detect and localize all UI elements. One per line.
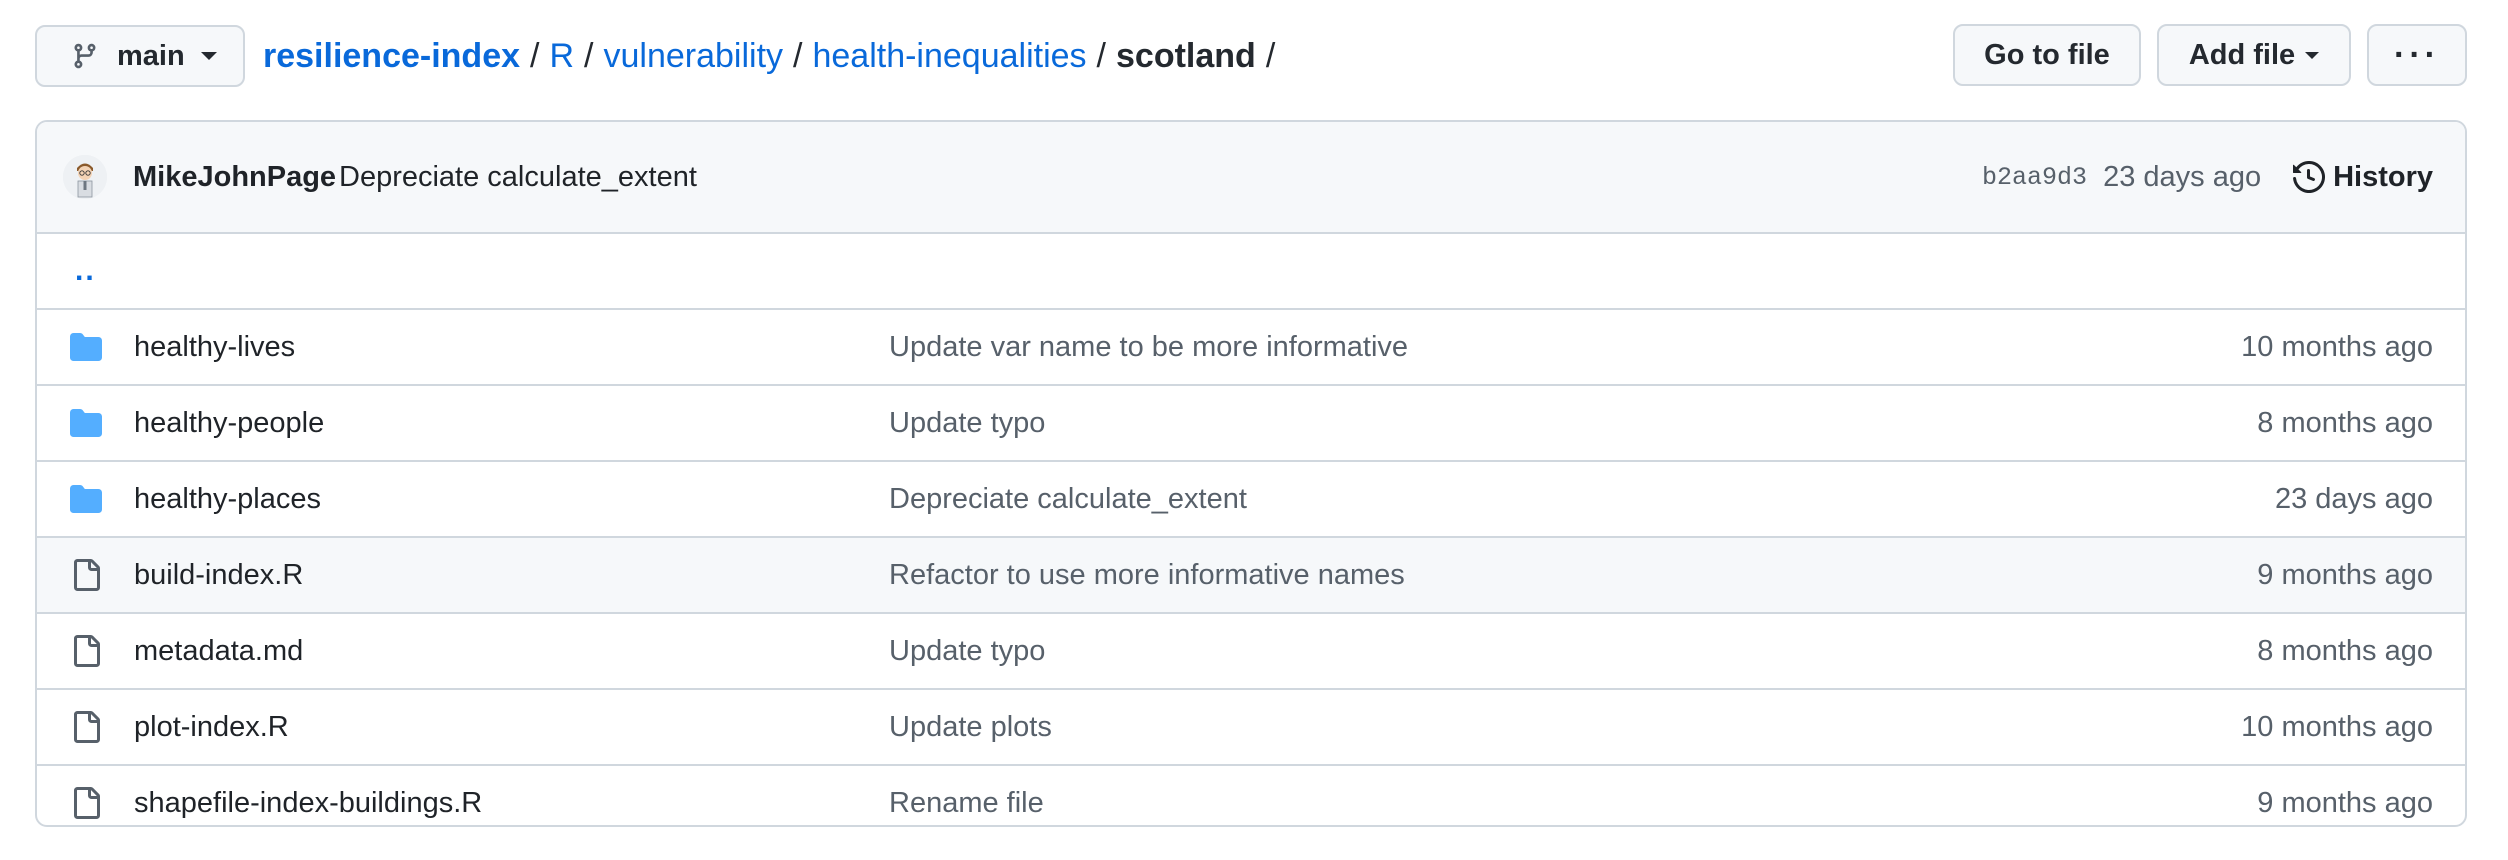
file-navigation-bar: main resilience-index / R / vulnerabilit… xyxy=(35,24,2467,88)
file-list-row[interactable]: healthy-places Depreciate calculate_exten… xyxy=(37,462,2465,538)
kebab-horizontal-icon: ··· xyxy=(2394,35,2440,74)
row-commit-message-link[interactable]: Update plots xyxy=(889,711,1052,744)
file-name-link[interactable]: plot-index.R xyxy=(134,711,289,744)
row-commit-age: 10 months ago xyxy=(2241,710,2433,743)
row-commit-message-link[interactable]: Refactor to use more informative names xyxy=(889,559,1405,592)
file-actions: Go to file Add file ··· xyxy=(1953,24,2467,86)
directory-name-link[interactable]: healthy-people xyxy=(134,407,324,440)
parent-directory-link[interactable]: .. xyxy=(75,254,96,288)
breadcrumb-separator: / xyxy=(1096,36,1106,75)
row-commit-age: 9 months ago xyxy=(2257,558,2433,591)
file-list-row[interactable]: plot-index.R Update plots 10 months ago xyxy=(37,690,2465,766)
breadcrumb-dir-link[interactable]: health-inequalities xyxy=(812,37,1086,76)
breadcrumb-separator: / xyxy=(793,36,803,75)
row-commit-age: 8 months ago xyxy=(2257,406,2433,439)
chevron-down-icon xyxy=(2305,51,2320,59)
breadcrumb-separator: / xyxy=(530,36,540,75)
breadcrumb-separator: / xyxy=(584,36,594,75)
go-to-file-label: Go to file xyxy=(1984,38,2110,71)
git-branch-icon xyxy=(74,43,96,69)
file-name-link[interactable]: build-index.R xyxy=(134,559,303,592)
breadcrumb-dir-link[interactable]: vulnerability xyxy=(603,37,783,76)
commit-message-link[interactable]: Depreciate calculate_extent xyxy=(339,161,697,194)
file-list-row[interactable]: build-index.R Refactor to use more inform… xyxy=(37,538,2465,614)
commit-time: 23 days ago xyxy=(2103,160,2262,193)
file-name-link[interactable]: shapefile-index-buildings.R xyxy=(134,787,482,820)
more-options-button[interactable]: ··· xyxy=(2367,24,2467,86)
chevron-down-icon xyxy=(200,52,217,60)
row-commit-message-link[interactable]: Update typo xyxy=(889,407,1045,440)
commit-sha-link[interactable]: b2aa9d3 xyxy=(1982,163,2087,192)
file-list-row[interactable]: healthy-lives Update var name to be more … xyxy=(37,310,2465,386)
file-icon xyxy=(69,787,103,819)
breadcrumb-separator: / xyxy=(1265,36,1276,75)
add-file-label: Add file xyxy=(2188,38,2296,71)
file-name-link[interactable]: metadata.md xyxy=(134,635,303,668)
file-list-row[interactable]: shapefile-index-buildings.R Rename file 9 … xyxy=(37,766,2465,827)
row-commit-message-link[interactable]: Rename file xyxy=(889,787,1044,820)
directory-name-link[interactable]: healthy-lives xyxy=(134,331,295,364)
row-commit-message-link[interactable]: Update var name to be more informative xyxy=(889,331,1408,364)
directory-name-link[interactable]: healthy-places xyxy=(134,483,321,516)
breadcrumb: resilience-index / R / vulnerability / h… xyxy=(263,37,1285,76)
file-list-row[interactable]: metadata.md Update typo 8 months ago xyxy=(37,614,2465,690)
file-icon xyxy=(69,635,103,667)
row-commit-age: 9 months ago xyxy=(2257,786,2433,819)
row-commit-message-link[interactable]: Depreciate calculate_extent xyxy=(889,483,1247,516)
row-commit-age: 10 months ago xyxy=(2241,330,2433,363)
folder-icon xyxy=(69,483,103,515)
parent-directory-row[interactable]: .. xyxy=(37,234,2465,310)
avatar-image xyxy=(63,155,107,199)
breadcrumb-repo-link[interactable]: resilience-index xyxy=(263,37,520,76)
file-icon xyxy=(69,711,103,743)
folder-icon xyxy=(69,407,103,439)
branch-name: main xyxy=(117,39,185,72)
file-icon xyxy=(69,559,103,591)
row-commit-message-link[interactable]: Update typo xyxy=(889,635,1045,668)
history-icon xyxy=(2293,161,2326,193)
file-list-row[interactable]: healthy-people Update typo 8 months ago xyxy=(37,386,2465,462)
history-label: History xyxy=(2333,160,2433,193)
commit-meta: b2aa9d3 23 days ago History xyxy=(1982,122,2433,232)
breadcrumb-current-dir: scotland xyxy=(1116,36,1256,75)
row-commit-age: 8 months ago xyxy=(2257,634,2433,667)
commit-author-link[interactable]: MikeJohnPage xyxy=(133,161,336,194)
file-list-box: MikeJohnPage Depreciate calculate_extent… xyxy=(35,120,2467,827)
history-link[interactable]: History xyxy=(2293,161,2433,194)
branch-selector-button[interactable]: main xyxy=(35,25,245,87)
folder-icon xyxy=(69,331,103,363)
latest-commit-bar: MikeJohnPage Depreciate calculate_extent… xyxy=(37,122,2465,234)
add-file-button[interactable]: Add file xyxy=(2157,24,2351,86)
avatar[interactable] xyxy=(63,155,107,199)
file-rows: healthy-lives Update var name to be more … xyxy=(37,310,2465,827)
row-commit-age: 23 days ago xyxy=(2274,482,2433,515)
go-to-file-button[interactable]: Go to file xyxy=(1953,24,2141,86)
breadcrumb-dir-link[interactable]: R xyxy=(549,37,574,76)
